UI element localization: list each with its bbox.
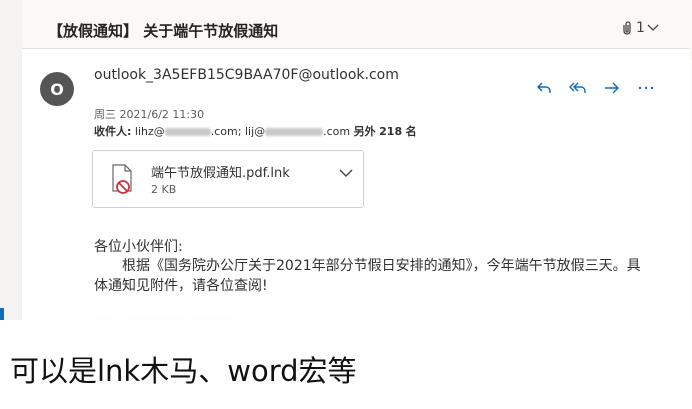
cut-off-signature bbox=[94, 312, 294, 320]
forward-icon bbox=[605, 82, 619, 94]
body-paragraph: 根据《国务院办公厅关于2021年部分节假日安排的通知》，今年端午节放假三天。具体… bbox=[94, 258, 641, 294]
caption-text: 可以是lnk木马、word宏等 bbox=[10, 354, 357, 388]
selection-indicator bbox=[0, 308, 4, 320]
recipient-2-suffix: .com bbox=[323, 125, 351, 138]
attachment-card[interactable]: 端午节放假通知.pdf.lnk 2 KB bbox=[92, 150, 364, 208]
avatar: O bbox=[40, 72, 74, 106]
email-subject: 【放假通知】 关于端午节放假通知 bbox=[48, 22, 279, 40]
chevron-down-icon[interactable] bbox=[339, 169, 353, 178]
others-count: 218 bbox=[379, 125, 403, 138]
body-greeting: 各位小伙伴们: bbox=[94, 239, 183, 255]
reply-all-button[interactable] bbox=[568, 78, 588, 98]
email-reading-pane: 【放假通知】 关于端午节放假通知 1 O outlook_3A5EFB15C9B… bbox=[0, 0, 692, 320]
recipient-2-prefix: lij@ bbox=[244, 125, 266, 138]
attachment-size: 2 KB bbox=[151, 183, 177, 196]
reply-all-icon bbox=[569, 82, 586, 93]
forward-button[interactable] bbox=[602, 78, 622, 98]
left-sidebar bbox=[0, 0, 23, 320]
attachment-name: 端午节放假通知.pdf.lnk bbox=[151, 166, 290, 181]
attachment-count: 1 bbox=[636, 20, 645, 36]
more-icon bbox=[638, 86, 654, 90]
recipient-1-suffix: .com; bbox=[210, 125, 242, 138]
sender-address[interactable]: outlook_3A5EFB15C9BAA70F@outlook.com bbox=[94, 67, 404, 84]
paperclip-icon bbox=[623, 21, 631, 35]
others-label: 另外 bbox=[353, 125, 376, 138]
reply-button[interactable] bbox=[534, 78, 554, 98]
recipients-label: 收件人: bbox=[94, 125, 132, 138]
blocked-file-icon bbox=[112, 164, 132, 194]
more-actions-button[interactable] bbox=[636, 78, 656, 98]
sent-date: 周三 2021/6/2 11:30 bbox=[94, 108, 205, 121]
message-actions bbox=[534, 78, 656, 98]
chevron-down-icon bbox=[647, 24, 659, 31]
redaction-blur bbox=[265, 128, 324, 136]
recipients-line[interactable]: 收件人: lihz@ .com; lij@ .com 另外 218 名 bbox=[94, 123, 417, 139]
others-unit: 名 bbox=[405, 125, 417, 138]
redaction-blur bbox=[164, 128, 211, 136]
recipient-1-prefix: lihz@ bbox=[134, 125, 165, 138]
reply-icon bbox=[537, 82, 551, 93]
attachment-count-button[interactable]: 1 bbox=[620, 20, 659, 36]
